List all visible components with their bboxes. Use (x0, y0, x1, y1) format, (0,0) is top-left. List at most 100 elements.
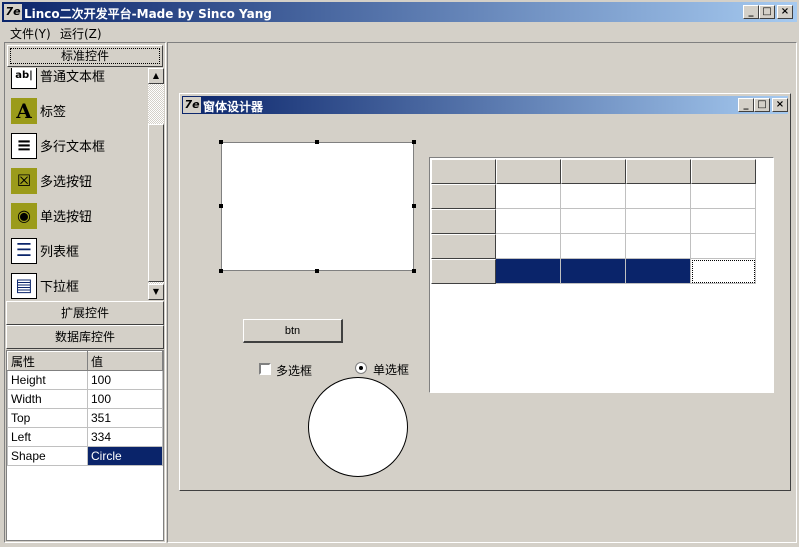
checkbox-box[interactable] (259, 363, 271, 375)
scroll-thumb[interactable] (148, 124, 164, 282)
grid-cell-selected[interactable] (626, 259, 691, 284)
designer-title: 窗体设计器 (203, 100, 264, 114)
label-icon: A (11, 97, 37, 124)
grid-cell[interactable] (496, 184, 561, 209)
tool-label: 多行文本框 (40, 140, 106, 155)
grid-col-header[interactable] (496, 159, 561, 184)
checkbox-label: 多选框 (276, 364, 313, 378)
grid-cell[interactable] (626, 234, 691, 259)
extended-controls-button[interactable]: 扩展控件 (6, 301, 164, 325)
resize-handle[interactable] (412, 204, 416, 208)
resize-handle[interactable] (315, 269, 319, 273)
grid-corner-cell (431, 159, 496, 184)
minimize-icon[interactable]: _ (743, 5, 759, 19)
grid-cell[interactable] (691, 184, 756, 209)
tool-item-combobox[interactable]: ▤ 下拉框 (6, 268, 148, 300)
scroll-down-icon[interactable]: ▼ (148, 284, 164, 300)
close-icon[interactable]: × (777, 5, 793, 19)
radio-button-icon[interactable] (355, 362, 367, 374)
grid-col-header[interactable] (626, 159, 691, 184)
memo-glyph: ≡ (16, 135, 32, 156)
btn-control[interactable]: btn (243, 319, 343, 343)
database-controls-button[interactable]: 数据库控件 (6, 325, 164, 349)
designer-close-icon[interactable]: × (772, 98, 788, 112)
property-row[interactable]: Height 100 (7, 370, 163, 390)
grid-cell[interactable] (561, 184, 626, 209)
grid-cell[interactable] (496, 234, 561, 259)
app-title: Linco二次开发平台-Made by Sinco Yang (24, 7, 272, 21)
checkbox-control[interactable]: 多选框 (259, 361, 329, 378)
tool-label: 下拉框 (40, 280, 80, 295)
menu-bar: 文件(Y) 运行(Z) (2, 22, 797, 41)
grid-control[interactable] (429, 157, 774, 393)
property-header-name: 属性 (7, 351, 88, 371)
tool-list-scrollbar[interactable]: ▲ ▼ (148, 68, 164, 300)
property-name: Height (7, 370, 88, 390)
property-value[interactable]: 100 (87, 370, 163, 390)
grid-row-header[interactable] (431, 234, 496, 259)
property-value[interactable]: 100 (87, 389, 163, 409)
designer-window: 7e 窗体设计器 _ □ × btn 多选框 单选框 (179, 93, 791, 491)
property-row[interactable]: Shape Circle (7, 446, 163, 466)
combobox-icon: ▤ (11, 272, 37, 299)
designer-maximize-icon[interactable]: □ (754, 98, 770, 112)
design-canvas[interactable]: btn 多选框 单选框 (182, 115, 788, 487)
tool-item-label[interactable]: A 标签 (6, 93, 148, 128)
tool-item-checkbox[interactable]: ☒ 多选按钮 (6, 163, 148, 198)
textbox-icon: ab| (11, 68, 37, 89)
property-name: Shape (7, 446, 88, 466)
maximize-icon[interactable]: □ (759, 5, 775, 19)
grid-cell[interactable] (496, 209, 561, 234)
radio-dot (359, 366, 363, 370)
grid-cell[interactable] (691, 234, 756, 259)
property-name: Width (7, 389, 88, 409)
tool-item-listbox[interactable]: ☰ 列表框 (6, 233, 148, 268)
tool-item-memo[interactable]: ≡ 多行文本框 (6, 128, 148, 163)
listbox-icon: ☰ (11, 237, 37, 264)
property-row[interactable]: Width 100 (7, 389, 163, 409)
circle-shape[interactable] (308, 377, 408, 477)
grid-cell[interactable] (561, 209, 626, 234)
tool-label: 标签 (40, 105, 67, 120)
resize-handle[interactable] (412, 269, 416, 273)
property-row[interactable]: Top 351 (7, 408, 163, 428)
grid-col-header[interactable] (691, 159, 756, 184)
standard-controls-button[interactable]: 标准控件 (7, 45, 163, 67)
tool-label: 列表框 (40, 245, 80, 260)
grid-row-header[interactable] (431, 184, 496, 209)
designer-titlebar[interactable]: 7e 窗体设计器 _ □ × (182, 96, 788, 114)
app-titlebar[interactable]: 7e Linco二次开发平台-Made by Sinco Yang _ □ × (2, 2, 797, 22)
resize-handle[interactable] (315, 140, 319, 144)
scroll-up-icon[interactable]: ▲ (148, 68, 164, 84)
property-name: Left (7, 427, 88, 447)
grid-row-header[interactable] (431, 209, 496, 234)
menu-file[interactable]: 文件(Y) (10, 25, 51, 42)
grid-cell[interactable] (626, 209, 691, 234)
grid-col-header[interactable] (561, 159, 626, 184)
property-name: Top (7, 408, 88, 428)
property-value-selected[interactable]: Circle (87, 446, 163, 466)
resize-handle[interactable] (219, 140, 223, 144)
resize-handle[interactable] (219, 269, 223, 273)
grid-row-header[interactable] (431, 259, 496, 284)
toolbox-panel: 标准控件 ab| 普通文本框 A 标签 ≡ 多行文本框 ☒ 多选按钮 ◉ 单选按… (4, 42, 166, 543)
grid-cell[interactable] (561, 234, 626, 259)
radio-control[interactable]: 单选框 (355, 360, 435, 377)
resize-handle[interactable] (219, 204, 223, 208)
grid-cell[interactable] (626, 184, 691, 209)
menu-run[interactable]: 运行(Z) (60, 25, 102, 42)
grid-cell-focused[interactable] (691, 259, 756, 284)
grid-cell-selected[interactable] (496, 259, 561, 284)
tool-item-radio[interactable]: ◉ 单选按钮 (6, 198, 148, 233)
grid-cell-selected[interactable] (561, 259, 626, 284)
property-value[interactable]: 351 (87, 408, 163, 428)
grid-cell[interactable] (691, 209, 756, 234)
memo-icon: ≡ (11, 132, 37, 159)
designer-minimize-icon[interactable]: _ (738, 98, 754, 112)
resize-handle[interactable] (412, 140, 416, 144)
app-logo-icon: 7e (4, 4, 22, 20)
property-value[interactable]: 334 (87, 427, 163, 447)
tool-item-textbox[interactable]: ab| 普通文本框 (6, 68, 148, 93)
memo-control[interactable] (221, 142, 414, 271)
property-row[interactable]: Left 334 (7, 427, 163, 447)
